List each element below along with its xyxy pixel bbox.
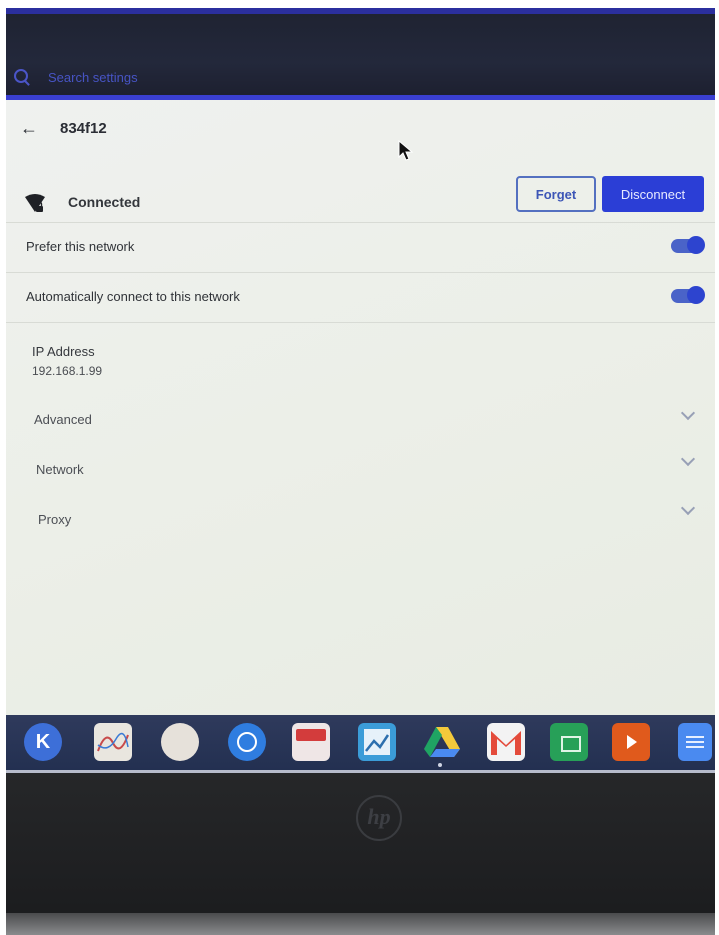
chart-app-icon[interactable] [94,723,132,761]
proxy-section[interactable]: Proxy [6,496,715,544]
running-app-indicator [438,763,442,767]
brain-app-icon[interactable] [161,723,199,761]
auto-connect-row[interactable]: Automatically connect to this network [6,272,715,323]
pdf-app-icon[interactable] [292,723,330,761]
drive-icon[interactable] [422,723,460,761]
back-arrow-icon[interactable]: ← [20,118,40,138]
laptop-edge [0,913,719,935]
connection-status: Connected [68,194,141,210]
network-details-panel: ← 834f12 Connected Forget Disconnect Pre… [6,100,715,715]
prefer-network-row[interactable]: Prefer this network [6,222,715,273]
docs-icon[interactable] [678,723,712,761]
advanced-section[interactable]: Advanced [6,396,715,444]
advanced-label: Advanced [34,412,92,427]
prefer-network-toggle[interactable] [671,236,705,254]
network-name: 834f12 [60,120,107,137]
photo-border-right [715,0,719,935]
mouse-cursor-icon [398,140,414,161]
toggle-knob [687,286,705,304]
gmail-icon[interactable] [487,723,525,761]
prefer-network-label: Prefer this network [26,239,135,254]
settings-header [6,8,715,100]
toggle-knob [687,236,705,254]
ip-address-label: IP Address [32,344,95,359]
disconnect-button[interactable]: Disconnect [602,176,704,212]
connection-status-row: Connected Forget Disconnect [6,170,715,223]
ip-address-block: IP Address 192.168.1.99 [6,322,715,382]
chevron-down-icon[interactable] [680,405,696,421]
search-input[interactable] [46,64,350,90]
laptop-bezel: hp [0,773,719,935]
auto-connect-toggle[interactable] [671,286,705,304]
image-editor-icon[interactable] [358,723,396,761]
auto-connect-label: Automatically connect to this network [26,289,240,304]
target-app-icon[interactable] [228,723,266,761]
hp-logo: hp [356,795,402,841]
sheets-icon[interactable] [550,723,588,761]
proxy-label: Proxy [38,512,72,527]
ip-address-value: 192.168.1.99 [32,364,103,378]
forget-button[interactable]: Forget [516,176,596,212]
slides-video-icon[interactable] [612,723,650,761]
k-launcher-icon[interactable]: K [24,723,62,761]
app-shelf: K [6,715,715,773]
network-section[interactable]: Network [6,446,715,494]
search-icon[interactable] [14,69,28,83]
chevron-down-icon[interactable] [680,451,696,467]
photo-border-left [0,0,6,935]
chevron-down-icon[interactable] [680,500,696,516]
wifi-locked-icon [25,194,45,212]
network-section-label: Network [36,462,84,477]
photo-border-top [0,0,719,8]
